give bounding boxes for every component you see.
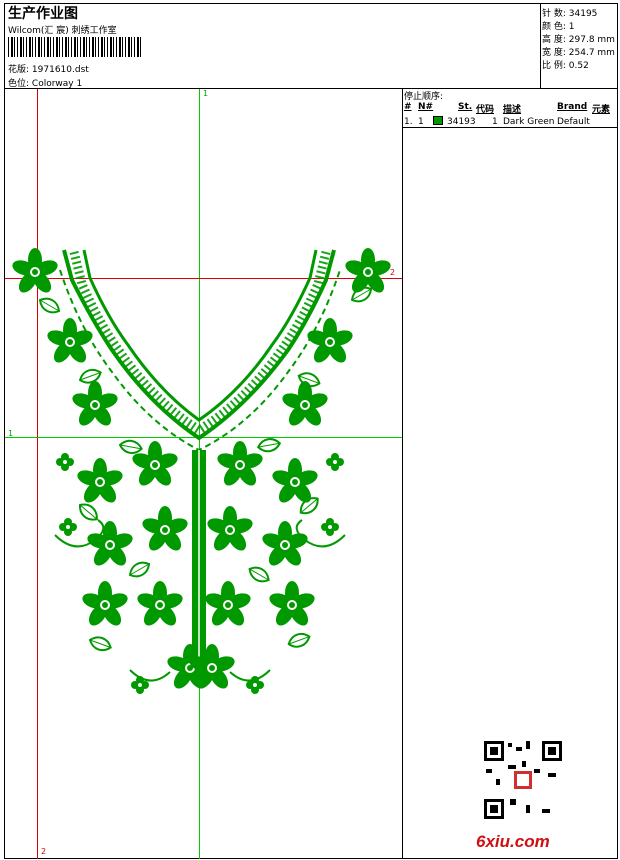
embroidery-design <box>10 248 393 694</box>
qr-code-icon <box>482 739 564 821</box>
watermark-logo: 6xiu.com <box>476 832 550 851</box>
